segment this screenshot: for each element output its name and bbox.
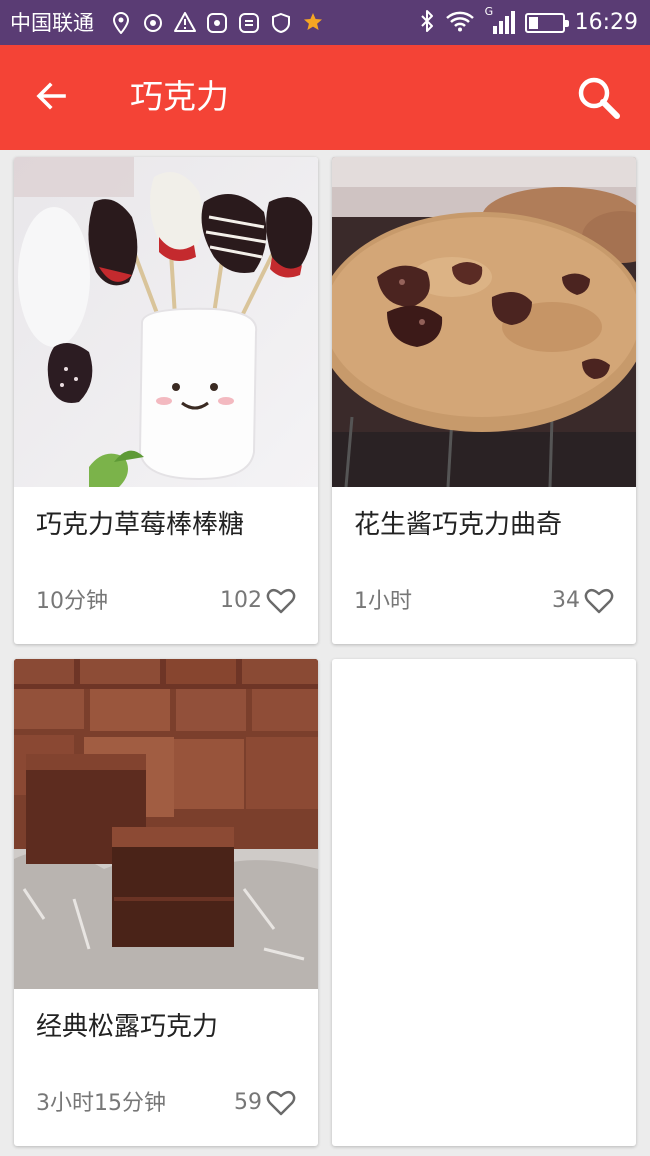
system-indicators: G 16:29: [419, 6, 638, 38]
back-button[interactable]: [28, 73, 74, 119]
hotspot-icon: [142, 12, 164, 34]
recipe-name: 经典松露巧克力: [36, 1012, 219, 1042]
shield-icon: [270, 12, 292, 34]
recipe-duration: 1小时: [354, 589, 412, 614]
app-icon: [206, 12, 228, 34]
heart-icon: [584, 588, 614, 614]
recipe-duration: 10分钟: [36, 589, 108, 614]
recipe-image: [332, 157, 636, 487]
recipe-card[interactable]: 巧克力草莓棒棒糖 10分钟 102: [14, 157, 318, 644]
carrier-label: 中国联通: [10, 11, 94, 35]
search-icon: [578, 77, 620, 119]
bluetooth-icon: [419, 9, 435, 37]
like-count: 34: [552, 588, 580, 613]
like-button[interactable]: 34: [552, 586, 614, 616]
warning-icon: [174, 12, 196, 34]
arrow-left-icon: [36, 82, 66, 110]
recipe-image: [14, 659, 318, 989]
search-button[interactable]: [572, 71, 626, 125]
battery-icon: [524, 13, 569, 33]
heart-icon: [266, 588, 296, 614]
like-count: 59: [234, 1090, 262, 1115]
clock: 16:29: [574, 10, 638, 35]
star-icon: [302, 12, 324, 34]
recipe-name: 巧克力草莓棒棒糖: [36, 510, 245, 540]
recipe-image: [14, 157, 318, 487]
wifi-icon: [445, 10, 475, 36]
app-toolbar: 巧克力: [0, 45, 650, 150]
recipe-name: 花生酱巧克力曲奇: [354, 510, 563, 540]
empty-card: [332, 659, 636, 1146]
network-type-label: G: [484, 5, 494, 18]
status-bar: 中国联通 G 16:29: [0, 0, 650, 45]
heart-icon: [266, 1090, 296, 1116]
like-button[interactable]: 102: [220, 586, 296, 616]
page-title: 巧克力: [130, 77, 229, 116]
recipe-card[interactable]: 花生酱巧克力曲奇 1小时 34: [332, 157, 636, 644]
cell-signal-icon: G: [485, 6, 515, 36]
app-icon: [238, 12, 260, 34]
like-button[interactable]: 59: [234, 1088, 296, 1118]
notification-icons: [110, 10, 324, 36]
recipe-card[interactable]: 经典松露巧克力 3小时15分钟 59: [14, 659, 318, 1146]
recipe-duration: 3小时15分钟: [36, 1091, 166, 1116]
like-count: 102: [220, 588, 262, 613]
location-icon: [110, 11, 132, 35]
